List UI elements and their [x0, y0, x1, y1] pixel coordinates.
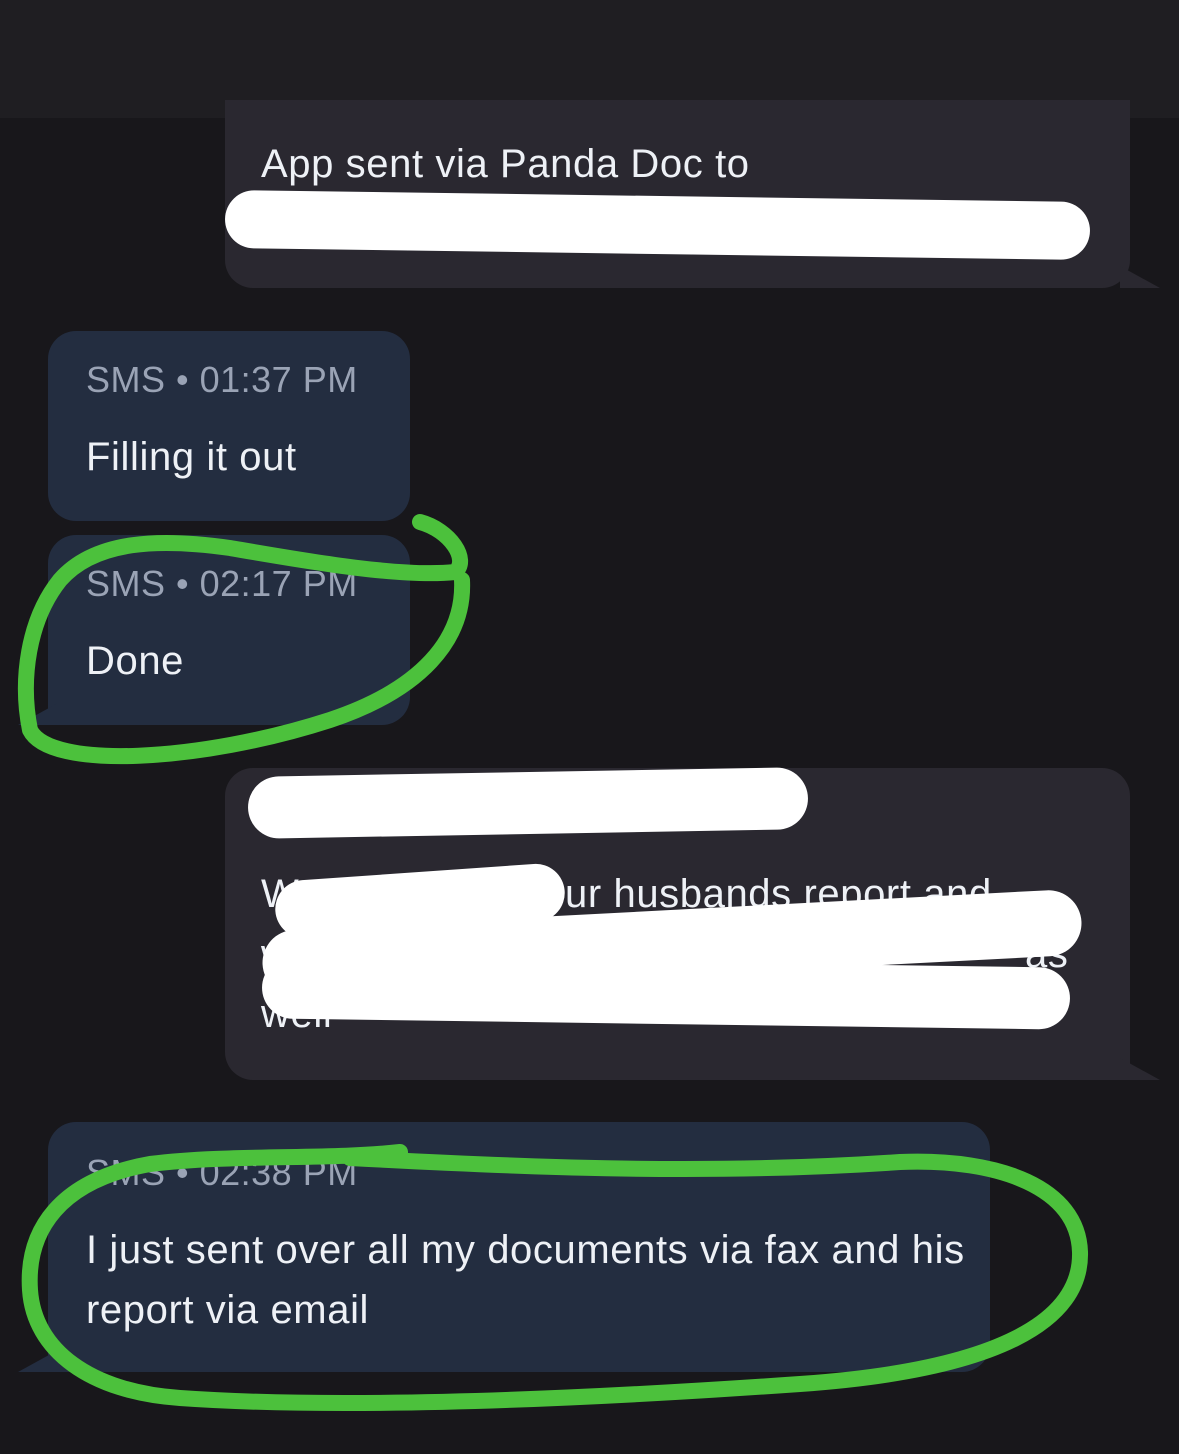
bubble-tail [18, 703, 58, 725]
message-meta: SMS • 01:37 PM [86, 359, 358, 400]
chat-screen: App sent via Panda Doc to SMS • 01:37 PM… [0, 0, 1179, 1454]
message-meta: SMS • 02:17 PM [86, 563, 358, 604]
message-bubble-incoming[interactable]: SMS • 02:38 PM I just sent over all my d… [48, 1122, 990, 1372]
redaction-mark [261, 956, 1071, 1030]
message-text: Filling it out [86, 435, 297, 479]
redaction-mark [224, 189, 1091, 261]
bubble-tail [1120, 266, 1160, 288]
message-bubble-incoming[interactable]: SMS • 01:37 PM Filling it out [48, 331, 410, 521]
message-bubble-incoming[interactable]: SMS • 02:17 PM Done [48, 535, 410, 725]
bubble-tail [1120, 1058, 1160, 1080]
message-text: App sent via Panda Doc to [261, 142, 750, 186]
bubble-tail [18, 1350, 58, 1372]
redaction-mark [247, 767, 809, 839]
message-text: Done [86, 639, 185, 683]
message-text: I just sent over all my documents via fa… [86, 1228, 965, 1332]
message-meta: SMS • 02:38 PM [86, 1152, 358, 1193]
